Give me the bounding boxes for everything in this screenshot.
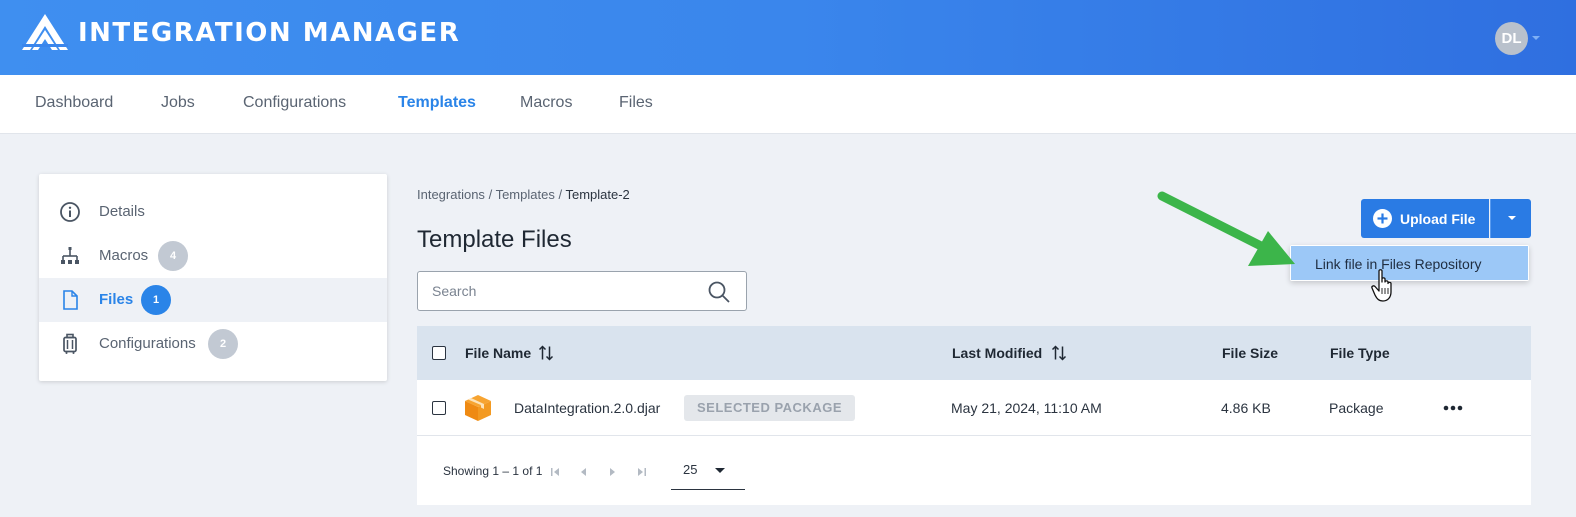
chevron-down-icon [1508, 216, 1516, 220]
selected-package-badge: SELECTED PACKAGE [684, 395, 855, 421]
package-icon [465, 395, 491, 421]
upload-options-toggle[interactable] [1490, 199, 1531, 238]
annotation-arrow-icon [1157, 191, 1295, 266]
search-input[interactable] [432, 281, 692, 301]
nav-jobs[interactable]: Jobs [161, 94, 195, 112]
nav-files[interactable]: Files [619, 94, 653, 112]
sidebar-item-label: Files [99, 291, 134, 308]
macros-icon [61, 247, 79, 264]
upload-options-menu: Link file in Files Repository [1290, 245, 1529, 281]
breadcrumb: Integrations / Templates / Template-2 [417, 187, 630, 202]
row-checkbox[interactable] [432, 401, 446, 415]
upload-file-label: Upload File [1400, 211, 1476, 227]
previous-page-icon[interactable] [578, 467, 590, 477]
header-file-size: File Size [1222, 345, 1279, 361]
breadcrumb-templates[interactable]: Templates [496, 187, 555, 202]
app-title: INTEGRATION MANAGER [78, 18, 461, 48]
table-row[interactable]: DataIntegration.2.0.djar SELECTED PACKAG… [417, 380, 1531, 436]
breadcrumb-separator: / [558, 187, 563, 202]
sort-icon[interactable] [1051, 345, 1067, 361]
file-size: 4.86 KB [1221, 400, 1271, 416]
sort-icon[interactable] [538, 345, 554, 361]
info-icon [60, 202, 80, 222]
pagination-summary: Showing 1 – 1 of 1 [443, 464, 543, 478]
pagination: Showing 1 – 1 of 1 25 [417, 436, 1531, 505]
nav-templates[interactable]: Templates [398, 94, 476, 112]
select-all-checkbox[interactable] [432, 346, 446, 360]
file-icon [63, 290, 78, 310]
sidebar-item-label: Macros [99, 247, 149, 264]
header-file-name[interactable]: File Name [465, 345, 531, 361]
file-name[interactable]: DataIntegration.2.0.djar [514, 400, 660, 416]
nav-configurations[interactable]: Configurations [243, 94, 346, 112]
link-file-menu-item[interactable]: Link file in Files Repository [1291, 246, 1528, 280]
luggage-icon [63, 333, 77, 354]
nav-macros[interactable]: Macros [520, 94, 572, 112]
hand-cursor-icon [1371, 269, 1392, 302]
table-header: File Name Last Modified File Size File T… [417, 326, 1531, 380]
more-actions-icon[interactable] [1441, 402, 1465, 414]
header-file-type: File Type [1330, 345, 1390, 361]
sidebar-item-macros[interactable]: Macros 4 [39, 234, 387, 278]
breadcrumb-separator: / [488, 187, 493, 202]
breadcrumb-current: Template-2 [565, 187, 630, 202]
header-last-modified[interactable]: Last Modified [952, 345, 1042, 361]
upload-file-button[interactable]: Upload File [1361, 199, 1489, 238]
template-sidebar: Details Macros 4 Files 1 Configurations … [39, 174, 387, 381]
page-size-value: 25 [683, 462, 698, 477]
search-field[interactable] [417, 271, 747, 311]
first-page-icon[interactable] [550, 467, 562, 477]
files-count-badge: 1 [141, 285, 171, 315]
sidebar-item-label: Details [99, 203, 145, 220]
plus-circle-icon [1373, 209, 1392, 228]
macros-count-badge: 4 [158, 241, 188, 271]
last-page-icon[interactable] [635, 467, 647, 477]
page-size-select[interactable]: 25 [671, 453, 745, 490]
search-icon[interactable] [707, 280, 731, 304]
breadcrumb-integrations[interactable]: Integrations [417, 187, 485, 202]
file-type: Package [1329, 400, 1384, 416]
sidebar-item-configurations[interactable]: Configurations 2 [39, 322, 387, 366]
sidebar-item-details[interactable]: Details [39, 190, 387, 234]
files-table: File Name Last Modified File Size File T… [417, 326, 1531, 505]
page-title: Template Files [417, 226, 572, 253]
nav-dashboard[interactable]: Dashboard [35, 94, 113, 112]
next-page-icon[interactable] [606, 467, 618, 477]
chevron-down-icon [715, 468, 725, 473]
sidebar-item-label: Configurations [99, 335, 196, 352]
configurations-count-badge: 2 [208, 329, 238, 359]
sidebar-item-files[interactable]: Files 1 [39, 278, 387, 322]
logo-icon [22, 14, 68, 50]
chevron-down-icon[interactable] [1532, 36, 1540, 40]
app-header: INTEGRATION MANAGER DL [0, 0, 1576, 75]
user-avatar[interactable]: DL [1495, 22, 1528, 55]
top-nav: Dashboard Jobs Configurations Templates … [0, 75, 1576, 134]
file-last-modified: May 21, 2024, 11:10 AM [951, 400, 1102, 416]
